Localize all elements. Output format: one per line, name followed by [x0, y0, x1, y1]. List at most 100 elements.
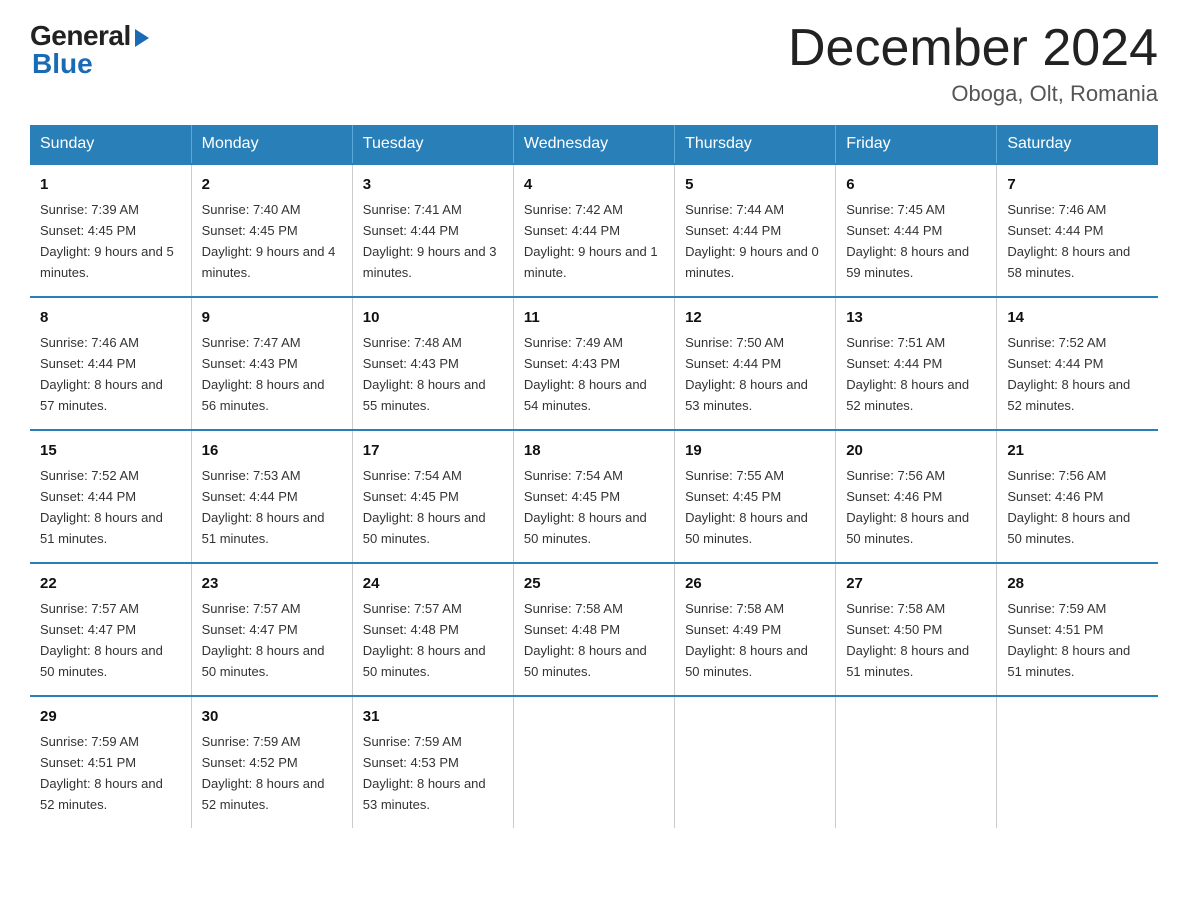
- day-number: 29: [40, 705, 181, 728]
- day-info: Sunrise: 7:47 AMSunset: 4:43 PMDaylight:…: [202, 335, 325, 413]
- day-number: 15: [40, 439, 181, 462]
- day-number: 1: [40, 173, 181, 196]
- calendar-day-cell: 5Sunrise: 7:44 AMSunset: 4:44 PMDaylight…: [675, 164, 836, 297]
- day-number: 21: [1007, 439, 1148, 462]
- day-info: Sunrise: 7:54 AMSunset: 4:45 PMDaylight:…: [524, 468, 647, 546]
- calendar-day-cell: 27 Sunrise: 7:58 AMSunset: 4:50 PMDayligh…: [836, 563, 997, 696]
- day-info: Sunrise: 7:56 AMSunset: 4:46 PMDaylight:…: [1007, 468, 1130, 546]
- calendar-week-row: 1 Sunrise: 7:39 AMSunset: 4:45 PMDaylight…: [30, 164, 1158, 297]
- day-number: 20: [846, 439, 986, 462]
- calendar-column-header: Sunday: [30, 125, 191, 164]
- day-number: 22: [40, 572, 181, 595]
- calendar-day-cell: 15 Sunrise: 7:52 AMSunset: 4:44 PMDayligh…: [30, 430, 191, 563]
- calendar-week-row: 22 Sunrise: 7:57 AMSunset: 4:47 PMDayligh…: [30, 563, 1158, 696]
- calendar-week-row: 29 Sunrise: 7:59 AMSunset: 4:51 PMDayligh…: [30, 696, 1158, 828]
- day-number: 12: [685, 306, 825, 329]
- day-info: Sunrise: 7:40 AMSunset: 4:45 PMDaylight:…: [202, 202, 336, 280]
- calendar-day-cell: [997, 696, 1158, 828]
- day-number: 2: [202, 173, 342, 196]
- day-info: Sunrise: 7:55 AMSunset: 4:45 PMDaylight:…: [685, 468, 808, 546]
- day-info: Sunrise: 7:58 AMSunset: 4:48 PMDaylight:…: [524, 601, 647, 679]
- calendar-day-cell: 9 Sunrise: 7:47 AMSunset: 4:43 PMDaylight…: [191, 297, 352, 430]
- calendar-day-cell: 8 Sunrise: 7:46 AMSunset: 4:44 PMDaylight…: [30, 297, 191, 430]
- day-number: 23: [202, 572, 342, 595]
- calendar-day-cell: 12 Sunrise: 7:50 AMSunset: 4:44 PMDayligh…: [675, 297, 836, 430]
- calendar-day-cell: 16 Sunrise: 7:53 AMSunset: 4:44 PMDayligh…: [191, 430, 352, 563]
- calendar-day-cell: 26Sunrise: 7:58 AMSunset: 4:49 PMDayligh…: [675, 563, 836, 696]
- day-info: Sunrise: 7:48 AMSunset: 4:43 PMDaylight:…: [363, 335, 486, 413]
- calendar-day-cell: 19 Sunrise: 7:55 AMSunset: 4:45 PMDayligh…: [675, 430, 836, 563]
- day-info: Sunrise: 7:39 AMSunset: 4:45 PMDaylight:…: [40, 202, 174, 280]
- calendar-day-cell: 24 Sunrise: 7:57 AMSunset: 4:48 PMDayligh…: [352, 563, 513, 696]
- calendar-day-cell: 7Sunrise: 7:46 AMSunset: 4:44 PMDaylight…: [997, 164, 1158, 297]
- day-number: 26: [685, 572, 825, 595]
- day-info: Sunrise: 7:58 AMSunset: 4:50 PMDaylight:…: [846, 601, 969, 679]
- day-info: Sunrise: 7:57 AMSunset: 4:48 PMDaylight:…: [363, 601, 486, 679]
- day-info: Sunrise: 7:46 AMSunset: 4:44 PMDaylight:…: [40, 335, 163, 413]
- day-number: 6: [846, 173, 986, 196]
- location-label: Oboga, Olt, Romania: [788, 81, 1158, 107]
- day-number: 16: [202, 439, 342, 462]
- calendar-day-cell: 4Sunrise: 7:42 AMSunset: 4:44 PMDaylight…: [513, 164, 674, 297]
- calendar-day-cell: 3 Sunrise: 7:41 AMSunset: 4:44 PMDaylight…: [352, 164, 513, 297]
- day-info: Sunrise: 7:56 AMSunset: 4:46 PMDaylight:…: [846, 468, 969, 546]
- calendar-week-row: 15 Sunrise: 7:52 AMSunset: 4:44 PMDayligh…: [30, 430, 1158, 563]
- day-info: Sunrise: 7:42 AMSunset: 4:44 PMDaylight:…: [524, 202, 658, 280]
- day-number: 14: [1007, 306, 1148, 329]
- day-number: 13: [846, 306, 986, 329]
- day-number: 3: [363, 173, 503, 196]
- calendar-day-cell: 6 Sunrise: 7:45 AMSunset: 4:44 PMDaylight…: [836, 164, 997, 297]
- day-info: Sunrise: 7:53 AMSunset: 4:44 PMDaylight:…: [202, 468, 325, 546]
- day-info: Sunrise: 7:52 AMSunset: 4:44 PMDaylight:…: [1007, 335, 1130, 413]
- page-header: General Blue December 2024 Oboga, Olt, R…: [30, 20, 1158, 107]
- calendar-day-cell: [513, 696, 674, 828]
- day-number: 30: [202, 705, 342, 728]
- calendar-table: SundayMondayTuesdayWednesdayThursdayFrid…: [30, 125, 1158, 828]
- day-info: Sunrise: 7:45 AMSunset: 4:44 PMDaylight:…: [846, 202, 969, 280]
- day-number: 24: [363, 572, 503, 595]
- calendar-day-cell: 20 Sunrise: 7:56 AMSunset: 4:46 PMDayligh…: [836, 430, 997, 563]
- calendar-day-cell: 29 Sunrise: 7:59 AMSunset: 4:51 PMDayligh…: [30, 696, 191, 828]
- day-info: Sunrise: 7:59 AMSunset: 4:53 PMDaylight:…: [363, 734, 486, 812]
- day-number: 9: [202, 306, 342, 329]
- calendar-column-header: Thursday: [675, 125, 836, 164]
- calendar-day-cell: 25Sunrise: 7:58 AMSunset: 4:48 PMDayligh…: [513, 563, 674, 696]
- calendar-day-cell: 17Sunrise: 7:54 AMSunset: 4:45 PMDayligh…: [352, 430, 513, 563]
- logo-blue-text: Blue: [32, 48, 93, 80]
- day-info: Sunrise: 7:41 AMSunset: 4:44 PMDaylight:…: [363, 202, 497, 280]
- day-info: Sunrise: 7:44 AMSunset: 4:44 PMDaylight:…: [685, 202, 819, 280]
- day-number: 19: [685, 439, 825, 462]
- calendar-day-cell: 23 Sunrise: 7:57 AMSunset: 4:47 PMDayligh…: [191, 563, 352, 696]
- calendar-day-cell: 14 Sunrise: 7:52 AMSunset: 4:44 PMDayligh…: [997, 297, 1158, 430]
- day-info: Sunrise: 7:52 AMSunset: 4:44 PMDaylight:…: [40, 468, 163, 546]
- calendar-column-header: Wednesday: [513, 125, 674, 164]
- day-info: Sunrise: 7:59 AMSunset: 4:51 PMDaylight:…: [40, 734, 163, 812]
- calendar-body: 1 Sunrise: 7:39 AMSunset: 4:45 PMDaylight…: [30, 164, 1158, 828]
- calendar-day-cell: 10 Sunrise: 7:48 AMSunset: 4:43 PMDayligh…: [352, 297, 513, 430]
- day-number: 17: [363, 439, 503, 462]
- day-number: 18: [524, 439, 664, 462]
- day-info: Sunrise: 7:50 AMSunset: 4:44 PMDaylight:…: [685, 335, 808, 413]
- calendar-day-cell: 31Sunrise: 7:59 AMSunset: 4:53 PMDayligh…: [352, 696, 513, 828]
- day-number: 8: [40, 306, 181, 329]
- calendar-column-header: Tuesday: [352, 125, 513, 164]
- calendar-column-header: Monday: [191, 125, 352, 164]
- calendar-day-cell: 13Sunrise: 7:51 AMSunset: 4:44 PMDayligh…: [836, 297, 997, 430]
- day-info: Sunrise: 7:49 AMSunset: 4:43 PMDaylight:…: [524, 335, 647, 413]
- day-number: 27: [846, 572, 986, 595]
- day-info: Sunrise: 7:57 AMSunset: 4:47 PMDaylight:…: [40, 601, 163, 679]
- calendar-column-header: Friday: [836, 125, 997, 164]
- day-info: Sunrise: 7:57 AMSunset: 4:47 PMDaylight:…: [202, 601, 325, 679]
- logo: General Blue: [30, 20, 149, 80]
- day-info: Sunrise: 7:59 AMSunset: 4:52 PMDaylight:…: [202, 734, 325, 812]
- calendar-day-cell: 1 Sunrise: 7:39 AMSunset: 4:45 PMDaylight…: [30, 164, 191, 297]
- day-info: Sunrise: 7:46 AMSunset: 4:44 PMDaylight:…: [1007, 202, 1130, 280]
- day-number: 11: [524, 306, 664, 329]
- month-title: December 2024: [788, 20, 1158, 77]
- calendar-day-cell: 11 Sunrise: 7:49 AMSunset: 4:43 PMDayligh…: [513, 297, 674, 430]
- calendar-day-cell: 22 Sunrise: 7:57 AMSunset: 4:47 PMDayligh…: [30, 563, 191, 696]
- calendar-week-row: 8 Sunrise: 7:46 AMSunset: 4:44 PMDaylight…: [30, 297, 1158, 430]
- calendar-header-row: SundayMondayTuesdayWednesdayThursdayFrid…: [30, 125, 1158, 164]
- day-number: 10: [363, 306, 503, 329]
- calendar-day-cell: 28Sunrise: 7:59 AMSunset: 4:51 PMDayligh…: [997, 563, 1158, 696]
